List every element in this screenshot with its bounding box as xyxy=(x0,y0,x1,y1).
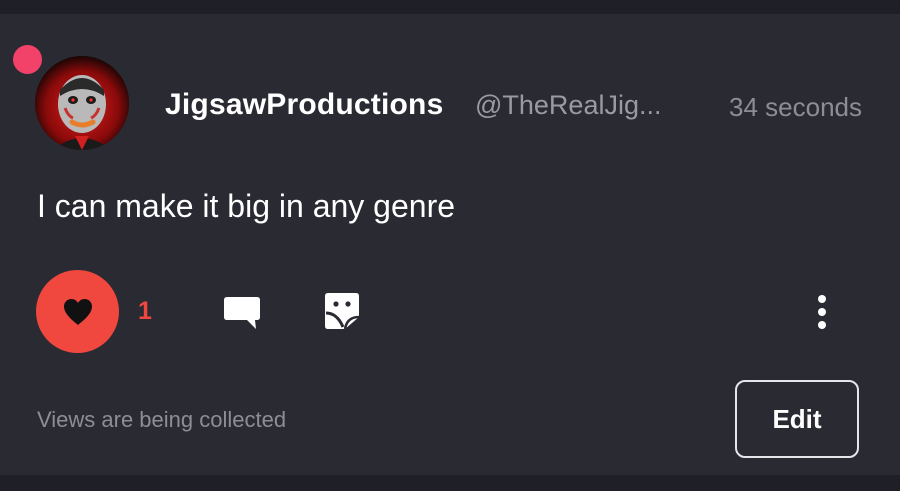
more-vertical-icon xyxy=(818,295,826,329)
like-button[interactable] xyxy=(36,270,119,353)
more-options-button[interactable] xyxy=(807,292,837,332)
edit-button[interactable]: Edit xyxy=(735,380,859,458)
avatar[interactable] xyxy=(35,56,129,150)
comment-button[interactable] xyxy=(221,292,263,334)
post-card[interactable]: JigsawProductions @TheRealJig... 34 seco… xyxy=(0,14,900,475)
avatar-image xyxy=(35,56,129,150)
unread-indicator xyxy=(13,45,42,74)
user-handle[interactable]: @TheRealJig... xyxy=(475,90,675,121)
app-frame: JigsawProductions @TheRealJig... 34 seco… xyxy=(0,0,900,491)
comment-icon xyxy=(224,297,260,329)
sticker-icon xyxy=(325,293,360,330)
heart-icon xyxy=(63,298,92,325)
post-text: I can make it big in any genre xyxy=(37,188,456,224)
display-name[interactable]: JigsawProductions xyxy=(165,88,443,122)
like-count: 1 xyxy=(138,297,152,325)
sticker-button[interactable] xyxy=(321,290,363,332)
views-status: Views are being collected xyxy=(37,407,287,432)
post-timestamp: 34 seconds xyxy=(729,92,862,122)
